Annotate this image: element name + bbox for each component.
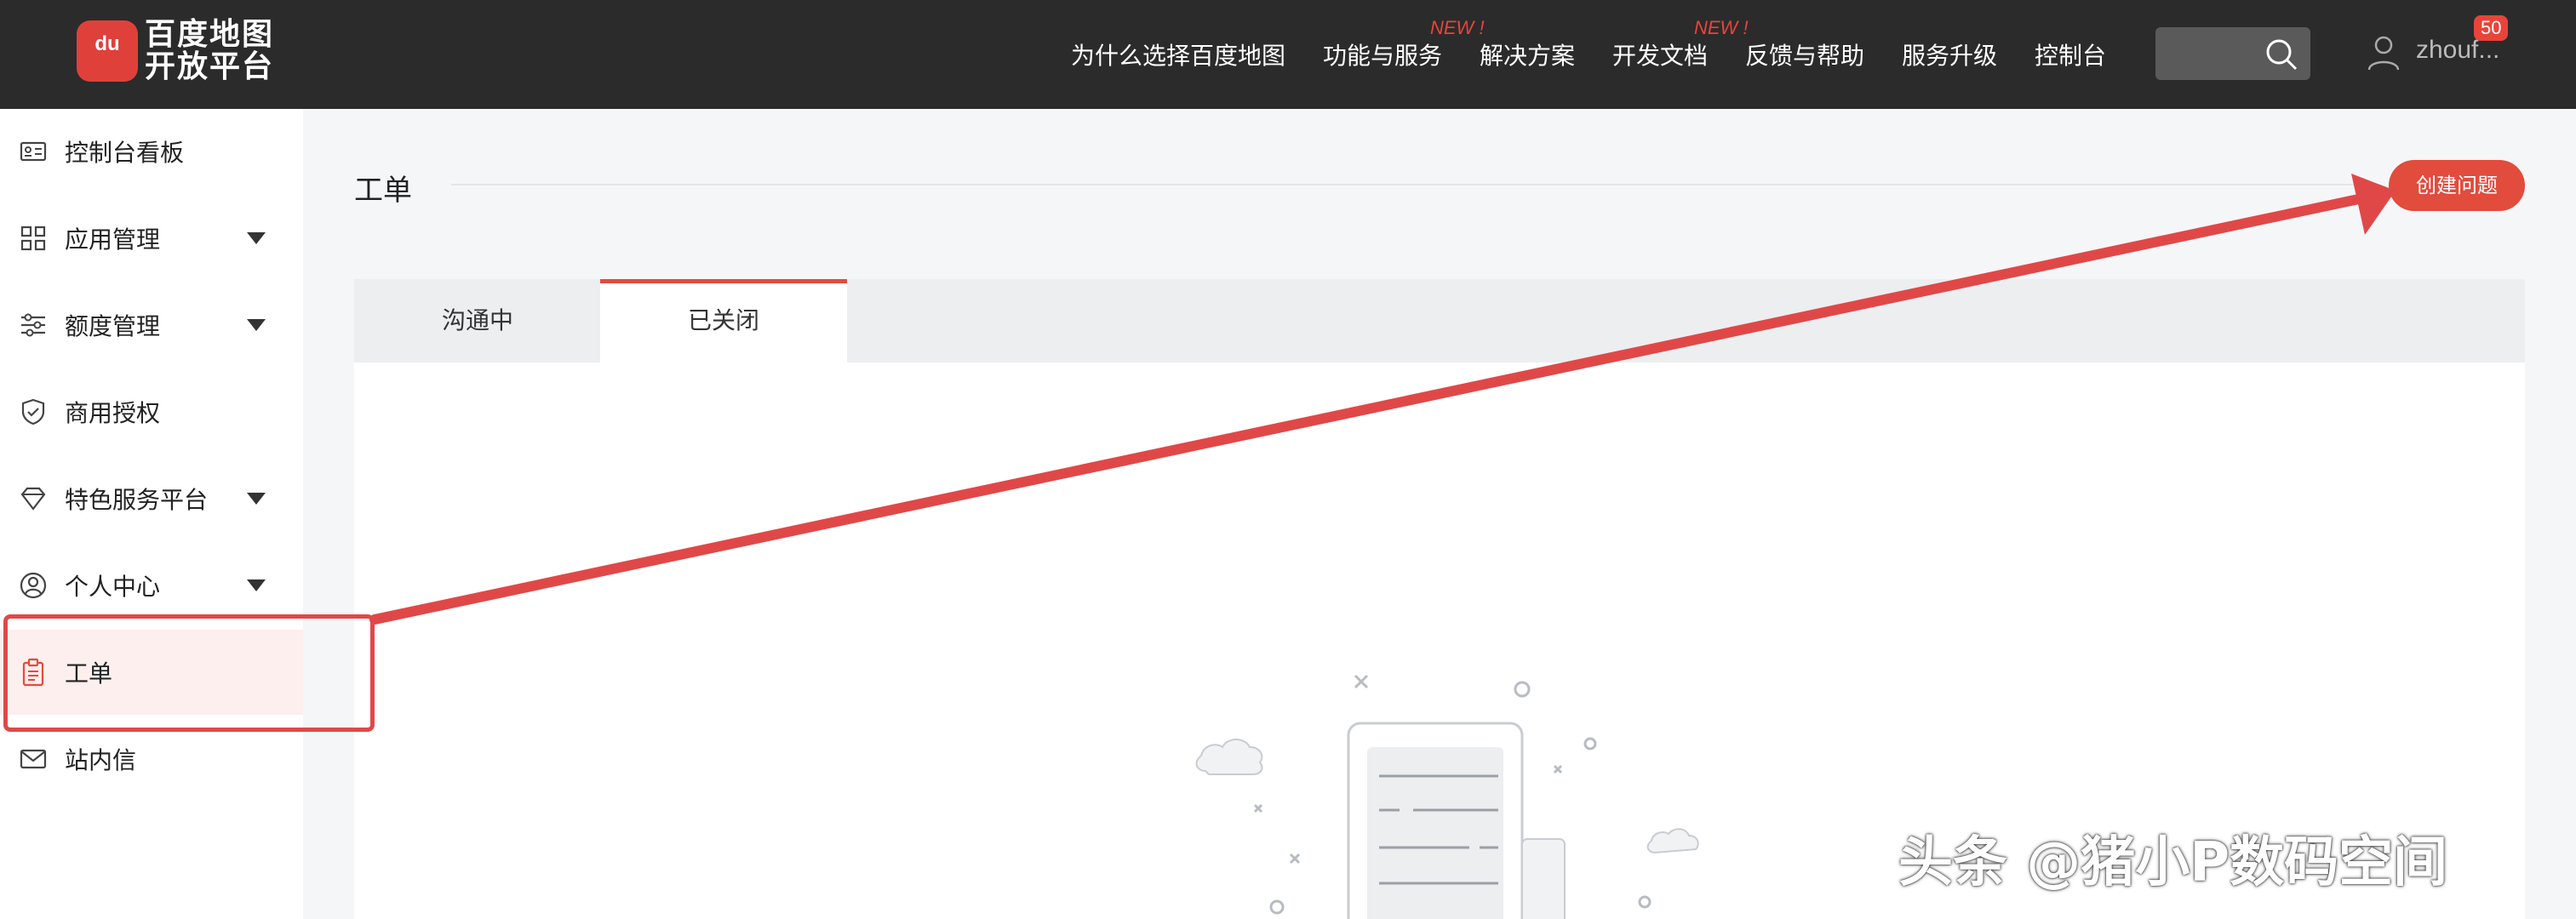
- diamond-icon: [20, 487, 46, 511]
- chevron-down-icon[interactable]: [247, 232, 266, 244]
- nav-solutions[interactable]: 解决方案: [1480, 37, 1575, 71]
- search-icon[interactable]: [2264, 37, 2298, 71]
- user-icon[interactable]: [2367, 34, 2401, 71]
- chevron-down-icon[interactable]: [247, 579, 266, 591]
- mail-icon: [20, 749, 47, 769]
- nav-dev-docs[interactable]: 开发文档: [1612, 37, 1708, 71]
- grid-icon: [20, 225, 46, 251]
- top-navigation-bar: du 百度地图 开放平台 为什么选择百度地图 功能与服务 NEW ! 解决方案 …: [0, 0, 2576, 109]
- page-title: 工单: [354, 174, 412, 208]
- user-circle-icon: [20, 572, 47, 599]
- nav-features-services[interactable]: 功能与服务: [1323, 37, 1442, 71]
- watermark: 头条 @猪小P数码空间: [1898, 831, 2448, 894]
- tab-closed[interactable]: 已关闭: [600, 279, 847, 362]
- sidebar-item-label: 控制台看板: [65, 139, 185, 167]
- sidebar-item-label: 特色服务平台: [65, 486, 209, 514]
- shield-check-icon: [21, 398, 45, 425]
- chevron-down-icon[interactable]: [247, 319, 266, 331]
- logo-text: 百度地图 开放平台: [145, 19, 274, 83]
- nav-console[interactable]: 控制台: [2035, 37, 2106, 71]
- nav-docs-new-tag: NEW !: [1694, 17, 1749, 38]
- nav-features-new-tag: NEW !: [1430, 17, 1485, 38]
- sidebar: 控制台看板 应用管理 额度管理 商用授权 特色服务平台 个人中心 工单 站内信: [0, 109, 303, 919]
- title-divider: [451, 184, 2375, 186]
- dashboard-card-icon: [20, 141, 47, 162]
- logo-text-line1: 百度地图: [145, 17, 275, 52]
- nav-service-upgrade[interactable]: 服务升级: [1902, 37, 1997, 71]
- notification-badge: 50: [2474, 15, 2509, 41]
- logo-badge-icon: du: [77, 20, 138, 82]
- status-tabs: 沟通中 已关闭: [354, 279, 2525, 362]
- logo-text-line2: 开放平台: [145, 49, 275, 84]
- create-issue-button[interactable]: 创建问题: [2389, 160, 2525, 211]
- sidebar-item-label: 额度管理: [65, 312, 161, 340]
- sidebar-item-label: 商用授权: [65, 399, 161, 427]
- logo-badge-text: du: [94, 32, 120, 55]
- nav-why-baidu-map[interactable]: 为什么选择百度地图: [1071, 37, 1285, 71]
- sidebar-item-dashboard[interactable]: 控制台看板: [0, 109, 303, 194]
- sidebar-item-label: 个人中心: [65, 573, 161, 601]
- sidebar-item-label: 站内信: [65, 746, 137, 774]
- sidebar-item-app-management[interactable]: 应用管理: [0, 196, 303, 281]
- sidebar-item-commercial-license[interactable]: 商用授权: [0, 369, 303, 454]
- sidebar-item-featured-services[interactable]: 特色服务平台: [0, 456, 303, 541]
- logo[interactable]: du 百度地图 开放平台: [77, 19, 274, 83]
- tab-in-communication[interactable]: 沟通中: [354, 279, 601, 362]
- nav-feedback-help[interactable]: 反馈与帮助: [1745, 37, 1864, 71]
- sidebar-item-quota-management[interactable]: 额度管理: [0, 283, 303, 368]
- chevron-down-icon[interactable]: [247, 493, 266, 505]
- search-input[interactable]: [2155, 27, 2310, 80]
- annotation-highlight-box: [3, 614, 375, 732]
- sidebar-item-label: 应用管理: [65, 225, 161, 254]
- sliders-icon: [21, 313, 45, 337]
